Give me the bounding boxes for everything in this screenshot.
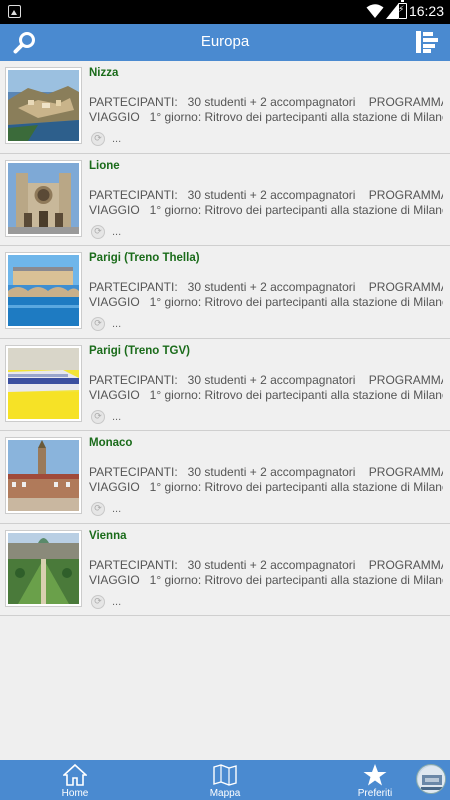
item-title: Parigi (Treno TGV) bbox=[89, 344, 190, 357]
more-link[interactable]: ... bbox=[112, 318, 121, 330]
vienna-thumbnail bbox=[5, 529, 82, 607]
wifi-icon bbox=[366, 4, 384, 18]
tab-home-label: Home bbox=[61, 788, 89, 799]
clock: 16:23 bbox=[408, 3, 444, 19]
item-title: Parigi (Treno Thella) bbox=[89, 252, 200, 264]
item-title: Nizza bbox=[89, 67, 119, 79]
list-item[interactable]: Monaco PARTECIPANTI: 30 studenti + 2 acc… bbox=[0, 431, 450, 524]
page-title: Europa bbox=[200, 33, 250, 50]
more-link[interactable]: ... bbox=[112, 596, 121, 608]
tag-icon: ⟳ bbox=[91, 502, 105, 516]
list-item[interactable]: Vienna PARTECIPANTI: 30 studenti + 2 acc… bbox=[0, 523, 450, 616]
list-item[interactable]: Parigi (Treno Thella) PARTECIPANTI: 30 s… bbox=[0, 246, 450, 339]
parigi-tgv-thumbnail bbox=[5, 344, 82, 422]
tab-mappa-label: Mappa bbox=[209, 788, 241, 799]
item-description: PARTECIPANTI: 30 studenti + 2 accompagna… bbox=[89, 372, 443, 402]
item-title: Lione bbox=[89, 159, 120, 172]
tab-mappa[interactable]: Mappa bbox=[195, 760, 255, 800]
list-menu-icon[interactable] bbox=[415, 30, 439, 54]
status-bar: 16:23 bbox=[0, 0, 450, 24]
item-description: PARTECIPANTI: 30 studenti + 2 accompagna… bbox=[89, 187, 443, 217]
app-bar: Europa bbox=[0, 24, 450, 61]
bottom-tab-bar: Home Mappa Preferiti bbox=[0, 760, 450, 800]
more-link[interactable]: ... bbox=[112, 503, 121, 515]
tab-home[interactable]: Home bbox=[45, 760, 105, 800]
item-description: PARTECIPANTI: 30 studenti + 2 accompagna… bbox=[89, 557, 443, 587]
tag-icon: ⟳ bbox=[91, 409, 105, 424]
item-title: Monaco bbox=[89, 437, 133, 449]
tab-preferiti[interactable]: Preferiti bbox=[345, 760, 405, 800]
tag-icon: ⟳ bbox=[91, 594, 105, 609]
list-item[interactable]: Lione PARTECIPANTI: 30 studenti + 2 acco… bbox=[0, 153, 450, 246]
item-description: PARTECIPANTI: 30 studenti + 2 accompagna… bbox=[89, 95, 443, 124]
home-icon bbox=[63, 763, 87, 786]
list-item[interactable]: Nizza PARTECIPANTI: 30 studenti + 2 acco… bbox=[0, 61, 450, 154]
more-link[interactable]: ... bbox=[112, 411, 121, 423]
item-description: PARTECIPANTI: 30 studenti + 2 accompagna… bbox=[89, 280, 443, 309]
image-notification-icon bbox=[8, 5, 21, 18]
nizza-thumbnail bbox=[5, 67, 82, 144]
destination-list: Nizza PARTECIPANTI: 30 studenti + 2 acco… bbox=[0, 61, 450, 616]
star-icon bbox=[363, 764, 387, 786]
more-link[interactable]: ... bbox=[112, 133, 121, 145]
tab-preferiti-label: Preferiti bbox=[357, 788, 393, 799]
monaco-thumbnail bbox=[5, 437, 82, 514]
item-description: PARTECIPANTI: 30 studenti + 2 accompagna… bbox=[89, 465, 443, 494]
lione-thumbnail bbox=[5, 159, 82, 237]
tag-icon: ⟳ bbox=[91, 317, 105, 331]
tag-icon: ⟳ bbox=[91, 132, 105, 146]
list-item[interactable]: Parigi (Treno TGV) PARTECIPANTI: 30 stud… bbox=[0, 338, 450, 431]
tag-icon: ⟳ bbox=[91, 224, 105, 239]
signal-icon bbox=[386, 4, 398, 19]
more-link[interactable]: ... bbox=[112, 226, 121, 238]
battery-icon bbox=[398, 0, 407, 19]
parigi-thella-thumbnail bbox=[5, 252, 82, 329]
item-title: Vienna bbox=[89, 529, 127, 542]
map-icon bbox=[213, 764, 237, 786]
app-logo[interactable] bbox=[416, 764, 446, 794]
